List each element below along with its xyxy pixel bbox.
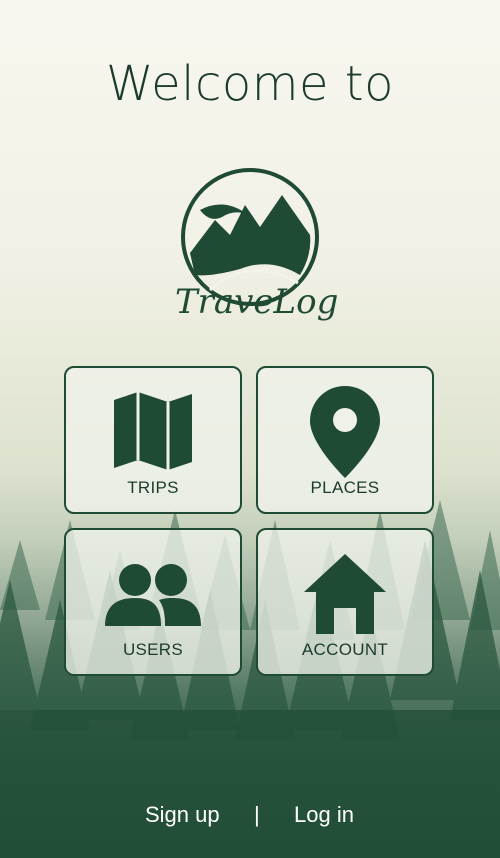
log-in-link[interactable]: Log in	[294, 802, 354, 828]
separator: |	[254, 802, 260, 827]
welcome-title: Welcome to	[105, 56, 394, 112]
auth-links: Sign up | Log in	[0, 802, 500, 836]
home-icon	[304, 554, 386, 634]
places-label: PLACES	[310, 478, 380, 497]
trips-tile[interactable]: TRIPS	[64, 366, 242, 514]
users-tile[interactable]: USERS	[64, 528, 242, 676]
map-icon	[114, 392, 192, 470]
users-icon	[105, 564, 201, 626]
account-label: ACCOUNT	[301, 640, 389, 659]
brand-name: TraveLog	[175, 282, 339, 322]
location-pin-icon	[310, 386, 380, 478]
sign-up-link[interactable]: Sign up	[145, 802, 220, 828]
places-tile[interactable]: PLACES	[256, 366, 434, 514]
account-tile[interactable]: ACCOUNT	[256, 528, 434, 676]
users-label: USERS	[122, 640, 184, 659]
trips-label: TRIPS	[127, 478, 179, 497]
